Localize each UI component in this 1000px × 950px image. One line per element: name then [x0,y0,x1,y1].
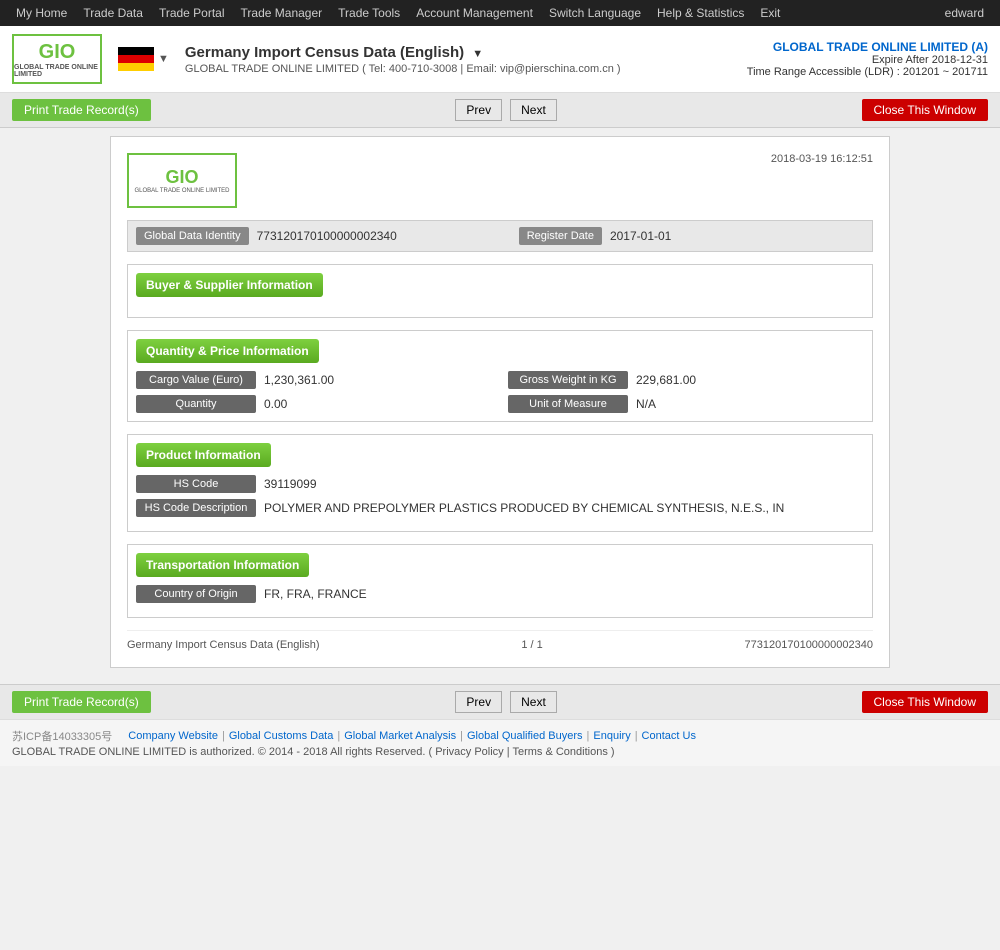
transportation-section: Transportation Information Country of Or… [127,544,873,618]
close-button-bottom[interactable]: Close This Window [862,691,988,713]
page-header: GIO GLOBAL TRADE ONLINE LIMITED ▼ German… [0,26,1000,93]
bottom-toolbar: Print Trade Record(s) Prev Next Close Th… [0,684,1000,719]
nav-trade-data[interactable]: Trade Data [75,0,151,26]
unit-of-measure-value: N/A [636,397,656,411]
footer-links: Company Website | Global Customs Data | … [128,728,696,744]
print-button-bottom[interactable]: Print Trade Record(s) [12,691,151,713]
gross-weight-label: Gross Weight in KG [508,371,628,389]
gross-weight-value: 229,681.00 [636,373,696,387]
title-area: Germany Import Census Data (English) ▼ G… [185,44,747,75]
nav-trade-tools[interactable]: Trade Tools [330,0,408,26]
cargo-value-value: 1,230,361.00 [264,373,334,387]
cargo-value-col: Cargo Value (Euro) 1,230,361.00 [136,371,492,389]
hs-code-desc-value: POLYMER AND PREPOLYMER PLASTICS PRODUCED… [264,501,784,515]
transportation-body: Country of Origin FR, FRA, FRANCE [128,577,872,617]
copyright: GLOBAL TRADE ONLINE LIMITED is authorize… [12,746,988,758]
country-of-origin-label: Country of Origin [136,585,256,603]
close-button[interactable]: Close This Window [862,99,988,121]
user-label: edward [937,6,992,20]
footer-contact[interactable]: Contact Us [642,730,696,742]
product-body: HS Code 39119099 HS Code Description POL… [128,467,872,531]
footer-left: Germany Import Census Data (English) [127,639,320,651]
buyer-supplier-section: Buyer & Supplier Information [127,264,873,318]
quantity-label: Quantity [136,395,256,413]
nav-trade-portal[interactable]: Trade Portal [151,0,233,26]
footer-enquiry[interactable]: Enquiry [593,730,630,742]
print-button[interactable]: Print Trade Record(s) [12,99,151,121]
expire-date: Expire After 2018-12-31 [747,54,988,66]
ldr-info: Time Range Accessible (LDR) : 201201 ~ 2… [747,66,988,78]
identity-row: Global Data Identity 7731201701000000023… [127,220,873,252]
flag-dropdown[interactable]: ▼ [158,53,169,65]
hs-code-desc-row: HS Code Description POLYMER AND PREPOLYM… [136,499,864,517]
timestamp: 2018-03-19 16:12:51 [771,153,873,165]
quantity-price-section: Quantity & Price Information Cargo Value… [127,330,873,422]
footer-center: 1 / 1 [521,639,542,651]
card-header: GIO GLOBAL TRADE ONLINE LIMITED 2018-03-… [127,153,873,208]
unit-of-measure-col: Unit of Measure N/A [508,395,864,413]
buyer-supplier-body [128,297,872,317]
top-navigation: My Home Trade Data Trade Portal Trade Ma… [0,0,1000,26]
gross-weight-col: Gross Weight in KG 229,681.00 [508,371,864,389]
flag-area: ▼ [118,47,169,71]
main-content: GIO GLOBAL TRADE ONLINE LIMITED 2018-03-… [0,128,1000,676]
logo: GIO GLOBAL TRADE ONLINE LIMITED [12,34,102,84]
register-date-value: 2017-01-01 [610,229,864,243]
next-button[interactable]: Next [510,99,557,121]
buyer-supplier-title: Buyer & Supplier Information [136,273,323,297]
quantity-col: Quantity 0.00 [136,395,492,413]
product-title: Product Information [136,443,271,467]
hs-code-row: HS Code 39119099 [136,475,864,493]
icp-label: 苏ICP备14033305号 [12,728,112,744]
germany-flag [118,47,154,71]
nav-trade-manager[interactable]: Trade Manager [233,0,331,26]
global-data-identity-label: Global Data Identity [136,227,249,245]
cargo-value-label: Cargo Value (Euro) [136,371,256,389]
global-data-identity-value: 773120170100000002340 [257,229,511,243]
nav-help-statistics[interactable]: Help & Statistics [649,0,752,26]
logo-subtitle: GLOBAL TRADE ONLINE LIMITED [14,64,100,78]
quantity-value: 0.00 [264,397,287,411]
logo-area: GIO GLOBAL TRADE ONLINE LIMITED [12,34,102,84]
prev-button-bottom[interactable]: Prev [455,691,502,713]
footer-company-website[interactable]: Company Website [128,730,218,742]
record-card: GIO GLOBAL TRADE ONLINE LIMITED 2018-03-… [110,136,890,668]
nav-switch-language[interactable]: Switch Language [541,0,649,26]
nav-account-management[interactable]: Account Management [408,0,541,26]
product-section: Product Information HS Code 39119099 HS … [127,434,873,532]
unit-of-measure-label: Unit of Measure [508,395,628,413]
footer-global-market[interactable]: Global Market Analysis [344,730,456,742]
nav-exit[interactable]: Exit [752,0,788,26]
next-button-bottom[interactable]: Next [510,691,557,713]
country-of-origin-value: FR, FRA, FRANCE [264,587,367,601]
card-footer: Germany Import Census Data (English) 1 /… [127,630,873,651]
footer-global-buyers[interactable]: Global Qualified Buyers [467,730,583,742]
quantity-price-title: Quantity & Price Information [136,339,319,363]
quantity-price-body: Cargo Value (Euro) 1,230,361.00 Gross We… [128,363,872,421]
country-of-origin-row: Country of Origin FR, FRA, FRANCE [136,585,864,603]
contact-info: GLOBAL TRADE ONLINE LIMITED ( Tel: 400-7… [185,63,747,75]
hs-code-desc-label: HS Code Description [136,499,256,517]
hs-code-label: HS Code [136,475,256,493]
footer-global-customs[interactable]: Global Customs Data [229,730,334,742]
prev-button[interactable]: Prev [455,99,502,121]
company-name: GLOBAL TRADE ONLINE LIMITED (A) [747,40,988,54]
page-footer: 苏ICP备14033305号 Company Website | Global … [0,719,1000,766]
page-title: Germany Import Census Data (English) ▼ [185,44,747,61]
quantity-row-2: Quantity 0.00 Unit of Measure N/A [136,395,864,413]
company-info: GLOBAL TRADE ONLINE LIMITED (A) Expire A… [747,40,988,78]
register-date-label: Register Date [519,227,602,245]
footer-right: 773120170100000002340 [745,639,873,651]
hs-code-value: 39119099 [264,477,317,491]
top-toolbar: Print Trade Record(s) Prev Next Close Th… [0,93,1000,128]
card-logo: GIO GLOBAL TRADE ONLINE LIMITED [127,153,237,208]
transportation-title: Transportation Information [136,553,309,577]
quantity-row-1: Cargo Value (Euro) 1,230,361.00 Gross We… [136,371,864,389]
nav-my-home[interactable]: My Home [8,0,75,26]
